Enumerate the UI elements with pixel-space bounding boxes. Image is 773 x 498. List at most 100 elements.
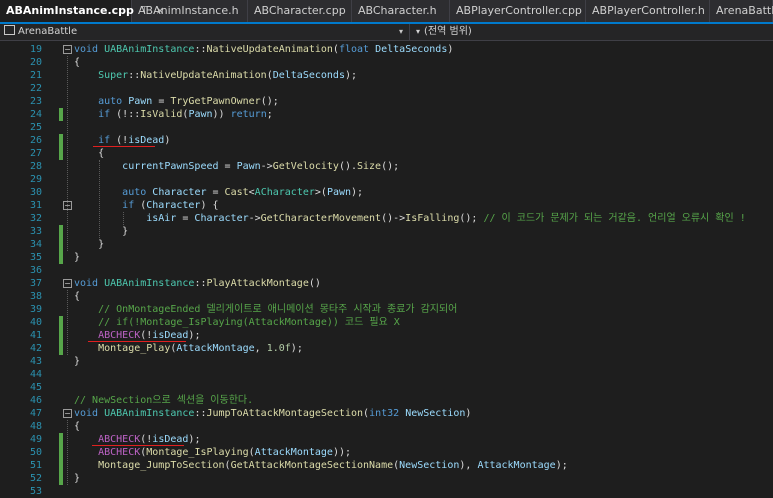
code-text: } bbox=[74, 473, 81, 484]
line-number: 39 bbox=[29, 304, 42, 315]
code-text: Montage_JumpToSection(GetAttackMontageSe… bbox=[98, 460, 568, 471]
tab-abaniminstance-h[interactable]: ABAnimInstance.h bbox=[132, 0, 248, 22]
code-line[interactable]: 36 bbox=[0, 264, 773, 277]
code-line[interactable]: 43} bbox=[0, 355, 773, 368]
line-number: 30 bbox=[29, 187, 42, 198]
code-line[interactable]: 30 auto Character = Cast<ACharacter>(Paw… bbox=[0, 186, 773, 199]
code-line[interactable]: 33 } bbox=[0, 225, 773, 238]
code-line[interactable]: 25 bbox=[0, 121, 773, 134]
code-text: // NewSection으로 섹션을 이동한다. bbox=[74, 395, 254, 406]
indent-guide bbox=[67, 56, 68, 251]
collapse-icon[interactable]: − bbox=[63, 409, 72, 418]
code-line[interactable]: 39 // OnMontageEnded 델리게이트로 애니메이션 몽타주 시작… bbox=[0, 303, 773, 316]
tab-abplayercontroller-cpp[interactable]: ABPlayerController.cpp bbox=[450, 0, 586, 22]
code-line[interactable]: 50 ABCHECK(Montage_IsPlaying(AttackMonta… bbox=[0, 446, 773, 459]
tab-label: ABAnimInstance.h bbox=[138, 4, 239, 17]
code-text: { bbox=[74, 291, 81, 302]
change-indicator-bar bbox=[59, 316, 63, 329]
code-line[interactable]: 21 Super::NativeUpdateAnimation(DeltaSec… bbox=[0, 69, 773, 82]
code-text: Super::NativeUpdateAnimation(DeltaSecond… bbox=[98, 70, 358, 81]
line-number: 20 bbox=[29, 57, 42, 68]
code-line[interactable]: 40 // if(!Montage_IsPlaying(AttackMontag… bbox=[0, 316, 773, 329]
code-line[interactable]: 28 currentPawnSpeed = Pawn->GetVelocity(… bbox=[0, 160, 773, 173]
change-indicator-bar bbox=[59, 329, 63, 342]
code-line[interactable]: 19 − void UABAnimInstance::NativeUpdateAni… bbox=[0, 43, 773, 56]
tab-label: ABPlayerController.cpp bbox=[456, 4, 582, 17]
line-number: 42 bbox=[29, 343, 42, 354]
code-text: auto Pawn = TryGetPawnOwner(); bbox=[98, 96, 279, 107]
code-text: ABCHECK(Montage_IsPlaying(AttackMontage)… bbox=[98, 447, 352, 458]
code-text: auto Character = Cast<ACharacter>(Pawn); bbox=[122, 187, 364, 198]
tab-abcharacter-cpp[interactable]: ABCharacter.cpp bbox=[248, 0, 352, 22]
code-line[interactable]: 22 bbox=[0, 82, 773, 95]
code-line[interactable]: 37 − void UABAnimInstance::PlayAttackMonta… bbox=[0, 277, 773, 290]
code-line[interactable]: 24 if (!::IsValid(Pawn)) return; bbox=[0, 108, 773, 121]
code-line[interactable]: 27 { bbox=[0, 147, 773, 160]
line-number: 34 bbox=[29, 239, 42, 250]
code-line[interactable]: 23 auto Pawn = TryGetPawnOwner(); bbox=[0, 95, 773, 108]
code-text: if (Character) { bbox=[122, 200, 219, 211]
line-number: 47 bbox=[29, 408, 42, 419]
tab-abcharacter-h[interactable]: ABCharacter.h bbox=[352, 0, 450, 22]
code-text: // if(!Montage_IsPlaying(AttackMontage))… bbox=[98, 317, 400, 328]
code-line[interactable]: 46 // NewSection으로 섹션을 이동한다. bbox=[0, 394, 773, 407]
code-line[interactable]: 51 Montage_JumpToSection(GetAttackMontag… bbox=[0, 459, 773, 472]
code-line[interactable]: 31− if (Character) { bbox=[0, 199, 773, 212]
code-line[interactable]: 48 { bbox=[0, 420, 773, 433]
line-number: 22 bbox=[29, 83, 42, 94]
scope-dropdown[interactable]: ▾ (전역 범위) bbox=[416, 24, 472, 40]
line-number: 31 bbox=[29, 200, 42, 211]
annotation-underline bbox=[92, 445, 184, 446]
line-number: 43 bbox=[29, 356, 42, 367]
code-line[interactable]: 47 − void UABAnimInstance::JumpToAttackMon… bbox=[0, 407, 773, 420]
change-indicator-bar bbox=[59, 433, 63, 446]
indent-guide bbox=[67, 290, 68, 355]
chevron-down-icon: ▾ bbox=[398, 27, 403, 36]
line-number: 44 bbox=[29, 369, 42, 380]
line-number: 27 bbox=[29, 148, 42, 159]
collapse-icon[interactable]: − bbox=[63, 45, 72, 54]
code-text: } bbox=[74, 356, 81, 367]
code-line[interactable]: 38 { bbox=[0, 290, 773, 303]
line-number: 52 bbox=[29, 473, 42, 484]
indent-guide bbox=[123, 212, 124, 225]
line-number: 36 bbox=[29, 265, 42, 276]
change-indicator-bar bbox=[59, 342, 63, 355]
line-number: 23 bbox=[29, 96, 42, 107]
tab-abplayercontroller-h[interactable]: ABPlayerController.h bbox=[586, 0, 710, 22]
change-indicator-bar bbox=[59, 251, 63, 264]
code-text: currentPawnSpeed = Pawn->GetVelocity().S… bbox=[122, 161, 400, 172]
line-number: 33 bbox=[29, 226, 42, 237]
line-number: 29 bbox=[29, 174, 42, 185]
line-number: 50 bbox=[29, 447, 42, 458]
code-line[interactable]: 42 Montage_Play(AttackMontage, 1.0f); bbox=[0, 342, 773, 355]
code-line[interactable]: 29 bbox=[0, 173, 773, 186]
code-text: { bbox=[74, 421, 81, 432]
navigation-bar: ArenaBattle ▾ ▾ (전역 범위) bbox=[0, 24, 773, 41]
indent-guide bbox=[99, 160, 100, 238]
tab-arenabattle-c[interactable]: ArenaBattle.c bbox=[710, 0, 773, 22]
change-indicator-bar bbox=[59, 238, 63, 251]
code-line[interactable]: 20 { bbox=[0, 56, 773, 69]
line-number: 45 bbox=[29, 382, 42, 393]
code-line[interactable]: 32 isAir = Character->GetCharacterMoveme… bbox=[0, 212, 773, 225]
collapse-icon[interactable]: − bbox=[63, 279, 72, 288]
code-line[interactable]: 34 } bbox=[0, 238, 773, 251]
indent-guide bbox=[67, 420, 68, 485]
code-line[interactable]: 44 bbox=[0, 368, 773, 381]
code-line[interactable]: 35} bbox=[0, 251, 773, 264]
project-name: ArenaBattle bbox=[18, 26, 78, 37]
line-number: 48 bbox=[29, 421, 42, 432]
line-number: 32 bbox=[29, 213, 42, 224]
annotation-underline bbox=[88, 341, 186, 342]
line-number: 21 bbox=[29, 70, 42, 81]
project-dropdown[interactable]: ArenaBattle ▾ bbox=[0, 24, 410, 40]
code-text: Montage_Play(AttackMontage, 1.0f); bbox=[98, 343, 303, 354]
tab-label: ABAnimInstance.cpp bbox=[6, 4, 134, 17]
change-indicator-bar bbox=[59, 108, 63, 121]
tab-abaniminstance-cpp[interactable]: ABAnimInstance.cpp ⊤ × bbox=[0, 0, 165, 22]
code-line[interactable]: 45 bbox=[0, 381, 773, 394]
code-line[interactable]: 52} bbox=[0, 472, 773, 485]
code-editor[interactable]: 19− void UABAnimInstance::NativeUpdateAni… bbox=[0, 41, 773, 497]
chevron-down-icon: ▾ bbox=[416, 27, 421, 36]
